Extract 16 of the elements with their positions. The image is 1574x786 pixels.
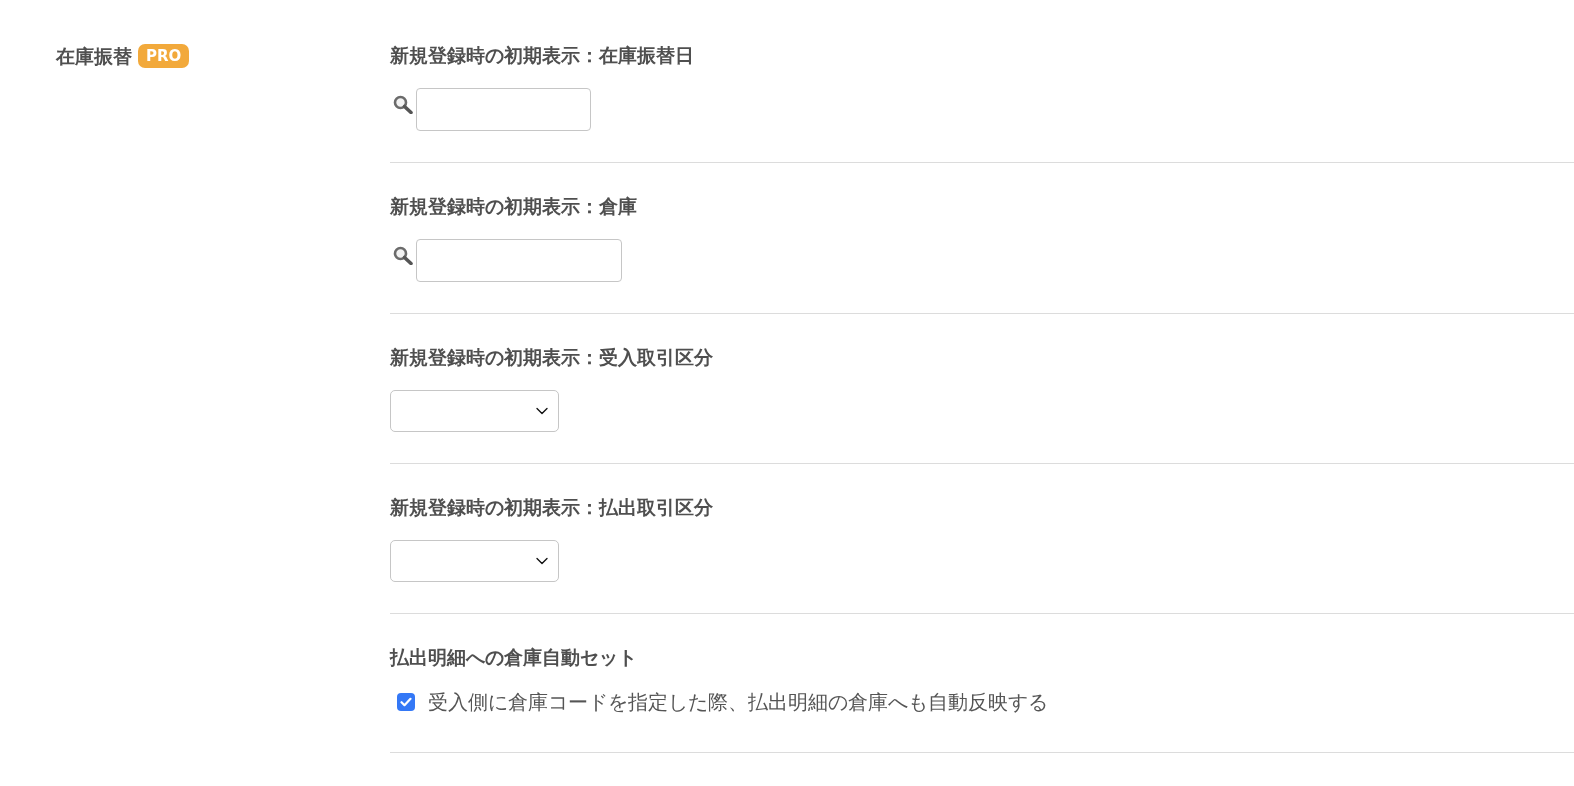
search-icon — [393, 95, 413, 114]
checkbox-label[interactable]: 受入側に倉庫コードを指定した際、払出明細の倉庫へも自動反映する — [428, 688, 1048, 716]
setting-label: 新規登録時の初期表示：倉庫 — [390, 194, 638, 218]
dropdown-field[interactable] — [390, 540, 559, 582]
setting-label: 新規登録時の初期表示：払出取引区分 — [390, 495, 714, 519]
checkbox[interactable] — [397, 693, 415, 711]
search-icon — [393, 246, 413, 265]
setting-label: 払出明細への倉庫自動セット — [390, 645, 638, 669]
check-icon — [400, 697, 412, 707]
setting-label: 新規登録時の初期表示：在庫振替日 — [390, 43, 695, 67]
section-title: 在庫振替 — [56, 44, 132, 69]
dropdown-field[interactable] — [390, 390, 559, 432]
setting-label: 新規登録時の初期表示：受入取引区分 — [390, 345, 714, 369]
search-field[interactable] — [416, 239, 622, 282]
pro-badge: PRO — [138, 44, 190, 68]
search-field[interactable] — [416, 88, 591, 131]
